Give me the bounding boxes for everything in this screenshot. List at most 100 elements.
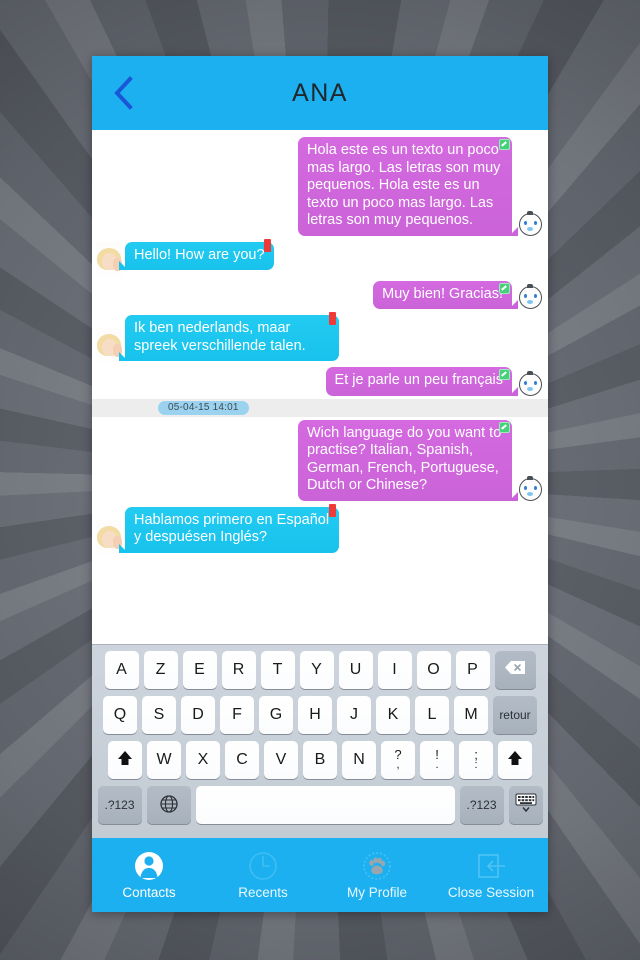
numeric-key-left[interactable]: .?123 [97, 786, 142, 824]
tab-label: Recents [238, 884, 288, 900]
globe-icon [159, 794, 179, 817]
message-row: Hola este es un texto un poco mas largo.… [92, 134, 548, 239]
avatar-eye-right [534, 380, 537, 385]
avatar-mouth [527, 491, 533, 496]
keyboard-row-1: A Z E R T Y U I O P [95, 651, 545, 689]
key-r[interactable]: R [221, 651, 256, 689]
tab-label: Close Session [447, 884, 535, 900]
key-v[interactable]: V [264, 741, 298, 779]
status-badge-sent [499, 421, 510, 433]
hide-keyboard-key[interactable] [508, 786, 543, 824]
status-badge-unread [329, 503, 336, 517]
key-x[interactable]: X [186, 741, 220, 779]
message-row: Hablamos primero en Español y despuésen … [92, 503, 548, 556]
space-key[interactable] [195, 786, 455, 824]
message-bubble-outgoing[interactable]: Wich language do you want to practise? I… [298, 419, 518, 501]
shift-up-icon [117, 750, 133, 771]
avatar-self [519, 475, 542, 501]
bottom-tab-bar: Contacts Recents My Profile Close Sessio… [92, 838, 548, 912]
key-e[interactable]: E [182, 651, 217, 689]
status-badge-unread [263, 238, 271, 252]
key-f[interactable]: F [220, 696, 254, 734]
message-bubble-outgoing[interactable]: Et je parle un peu français [325, 367, 519, 396]
language-key[interactable] [146, 786, 191, 824]
key-h[interactable]: H [298, 696, 332, 734]
numeric-key-right[interactable]: .?123 [459, 786, 504, 824]
key-t[interactable]: T [260, 651, 295, 689]
message-row: Et je parle un peu français [92, 364, 548, 399]
message-list[interactable]: Hola este es un texto un poco mas largo.… [92, 130, 548, 644]
status-badge-sent [499, 369, 510, 380]
message-row: Ik ben nederlands, maar spreek verschill… [92, 312, 548, 364]
keyboard-row-3: W X C V B N ? , ! . ; : [95, 741, 545, 779]
chat-header: ANA [92, 56, 548, 130]
avatar-eye-right [534, 220, 537, 225]
key-a[interactable]: A [104, 651, 139, 689]
message-text: Hablamos primero en Español y despuésen … [134, 511, 330, 546]
avatar-mouth [527, 386, 533, 391]
message-text: Et je parle un peu français [334, 372, 503, 388]
return-key[interactable]: retour [493, 696, 537, 734]
avatar-eye-left [524, 220, 527, 225]
key-z[interactable]: Z [143, 651, 178, 689]
tab-my-profile[interactable]: My Profile [320, 838, 434, 912]
key-j[interactable]: J [337, 696, 371, 734]
key-u[interactable]: U [338, 651, 373, 689]
key-b[interactable]: B [303, 741, 337, 779]
tab-recents[interactable]: Recents [206, 838, 320, 912]
backspace-icon [504, 660, 526, 680]
message-text: Wich language do you want to practise? I… [307, 424, 502, 494]
message-text: Ik ben nederlands, maar spreek verschill… [134, 320, 306, 354]
key-semicolon-colon[interactable]: ; : [459, 741, 493, 779]
timestamp-label: 05-04-15 14:01 [158, 400, 249, 415]
avatar-eye-left [524, 294, 527, 298]
key-q[interactable]: Q [103, 696, 137, 734]
message-bubble-incoming[interactable]: Hello! How are you? [119, 238, 274, 270]
phone-screen: ANA Hola este es un texto un poco mas la… [92, 56, 548, 912]
backspace-key[interactable] [494, 651, 536, 689]
status-badge-sent [499, 139, 510, 150]
key-exclamation-period[interactable]: ! . [420, 741, 454, 779]
key-w[interactable]: W [147, 741, 181, 779]
message-text: Hello! How are you? [134, 246, 265, 263]
key-l[interactable]: L [415, 696, 449, 734]
message-row: Hello! How are you? [92, 238, 548, 278]
tab-close-session[interactable]: Close Session [434, 838, 548, 912]
message-bubble-outgoing[interactable]: Muy bien! Gracias! [373, 280, 518, 309]
key-y[interactable]: Y [299, 651, 334, 689]
message-bubble-incoming[interactable]: Hablamos primero en Español y despuésen … [119, 503, 339, 553]
key-o[interactable]: O [416, 651, 451, 689]
avatar-eye-left [524, 485, 527, 490]
key-i[interactable]: I [377, 651, 412, 689]
key-k[interactable]: K [376, 696, 410, 734]
message-bubble-incoming[interactable]: Ik ben nederlands, maar spreek verschill… [119, 312, 339, 361]
key-c[interactable]: C [225, 741, 259, 779]
key-n[interactable]: N [342, 741, 376, 779]
key-question-comma[interactable]: ? , [381, 741, 415, 779]
paw-print-icon [362, 851, 392, 881]
key-m[interactable]: M [454, 696, 488, 734]
tab-label: Contacts [122, 884, 176, 900]
keyboard-row-4: .?123 .?123 [95, 786, 545, 824]
status-badge-sent [499, 282, 510, 294]
key-d[interactable]: D [181, 696, 215, 734]
keyboard-row-2: Q S D F G H J K L M retour [95, 696, 545, 734]
clock-icon [248, 851, 278, 881]
avatar-eye-right [534, 294, 537, 298]
tab-label: My Profile [346, 884, 407, 900]
shift-key-left[interactable] [108, 741, 142, 779]
message-row: Wich language do you want to practise? I… [92, 417, 548, 504]
status-badge-unread [329, 312, 336, 325]
avatar-mouth [527, 226, 533, 231]
message-row: Muy bien! Gracias! [92, 278, 548, 313]
message-bubble-outgoing[interactable]: Hola este es un texto un poco mas largo.… [298, 137, 518, 236]
on-screen-keyboard[interactable]: A Z E R T Y U I O P Q S D F G H J K L M … [92, 644, 548, 838]
key-s[interactable]: S [142, 696, 176, 734]
shift-key-right[interactable] [498, 741, 532, 779]
page-title: ANA [292, 78, 348, 107]
tab-contacts[interactable]: Contacts [92, 838, 206, 912]
key-lower-glyph: : [474, 759, 478, 771]
avatar-eye-right [534, 485, 537, 490]
key-p[interactable]: P [455, 651, 490, 689]
key-g[interactable]: G [259, 696, 293, 734]
